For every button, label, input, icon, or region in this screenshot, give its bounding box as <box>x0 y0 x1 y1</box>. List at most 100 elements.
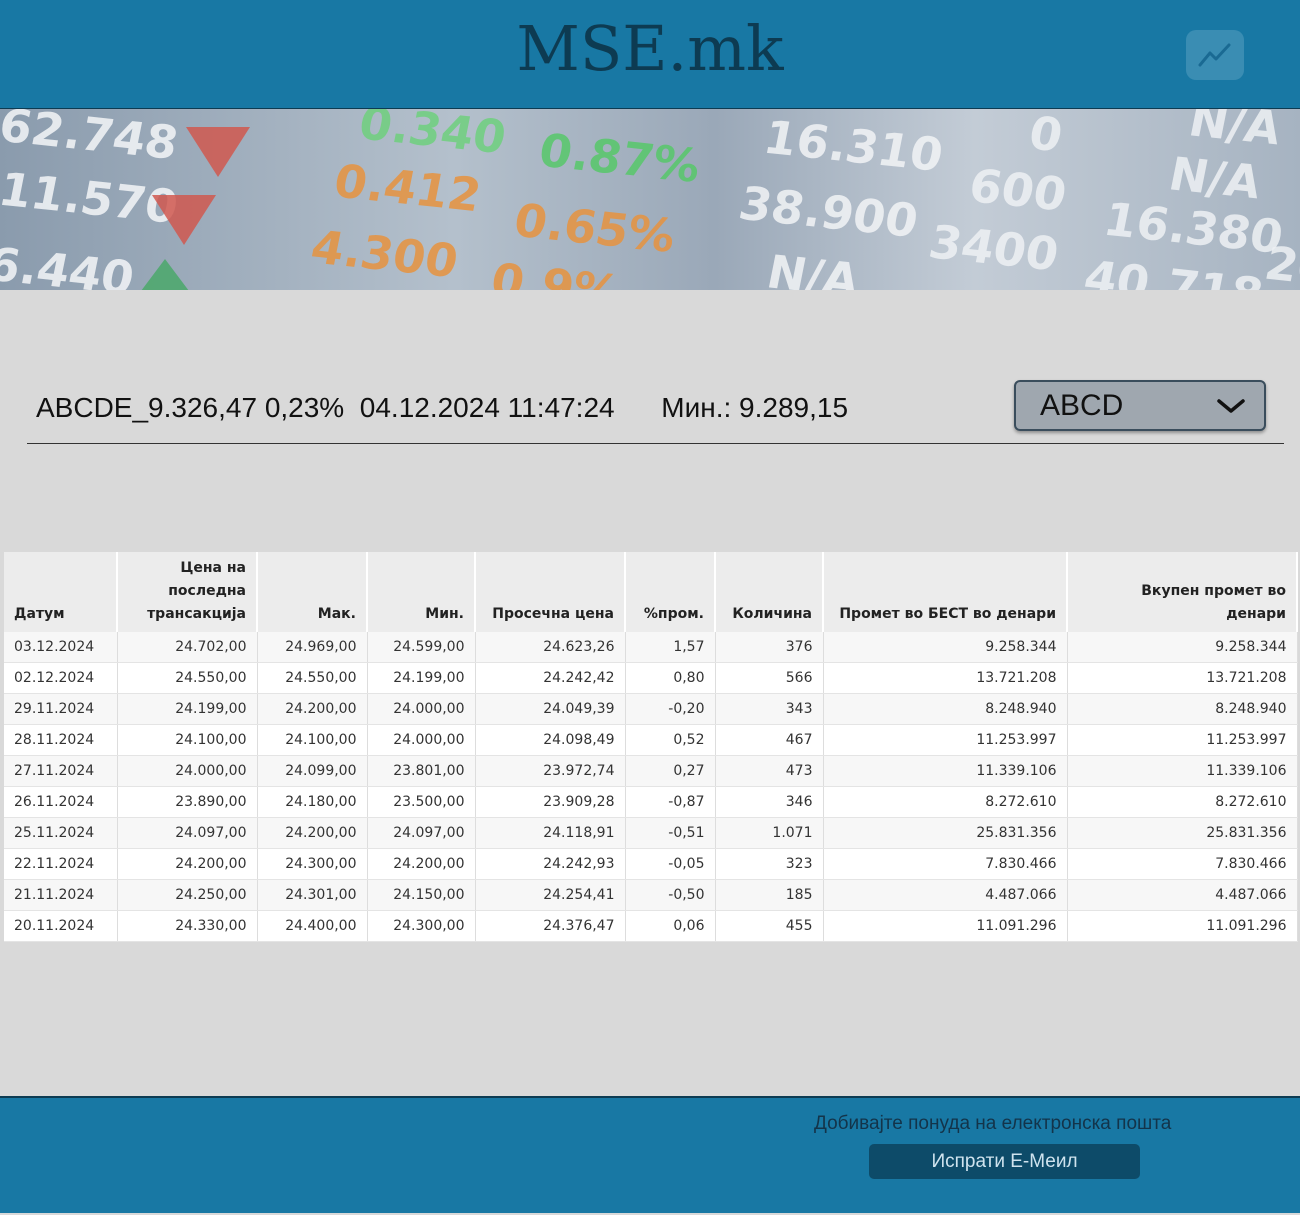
divider <box>27 443 1284 444</box>
col-header-best-turnover: Промет во БЕСТ во денари <box>823 552 1068 632</box>
banner-number: 11.570 <box>0 161 178 235</box>
col-header-last-price: Цена на последна трансакција <box>117 552 258 632</box>
cell-max: 24.400,00 <box>257 910 368 942</box>
banner-number: 38.900 <box>740 175 918 249</box>
cell-max: 24.099,00 <box>257 755 368 787</box>
banner-number: 62.748 <box>0 109 178 171</box>
cell-volume: 343 <box>715 693 824 725</box>
cell-best-turnover: 8.248.940 <box>823 693 1068 725</box>
cell-min: 24.000,00 <box>367 693 476 725</box>
cell-min: 23.801,00 <box>367 755 476 787</box>
table-row: 28.11.2024 24.100,00 24.100,00 24.000,00 24.… <box>4 724 1298 756</box>
down-arrow-icon <box>152 195 216 245</box>
cell-date: 26.11.2024 <box>4 786 118 818</box>
cell-volume: 185 <box>715 879 824 911</box>
stock-history-table: Датум Цена на последна трансакција Мак. … <box>4 552 1298 942</box>
banner-number: 3400 <box>930 214 1059 282</box>
cell-date: 21.11.2024 <box>4 879 118 911</box>
stock-banner-image: 62.748 0.340 0.87% 16.310 0 N/A 11.570 0… <box>0 109 1300 290</box>
cell-change: 0,52 <box>625 724 716 756</box>
cell-last-price: 24.702,00 <box>117 632 258 663</box>
site-logo[interactable]: MSE.mk <box>0 12 1300 85</box>
cell-total-turnover: 8.272.610 <box>1067 786 1298 818</box>
stock-symbol-select[interactable]: ABCD <box>1014 380 1266 431</box>
cell-avg-price: 24.623,26 <box>475 632 626 663</box>
cell-date: 27.11.2024 <box>4 755 118 787</box>
table-row: 03.12.2024 24.702,00 24.969,00 24.599,00 24.… <box>4 632 1298 663</box>
cell-total-turnover: 4.487.066 <box>1067 879 1298 911</box>
cell-best-turnover: 11.091.296 <box>823 910 1068 942</box>
banner-number: 0.340 <box>360 109 506 165</box>
col-header-min: Мин. <box>367 552 476 632</box>
cell-max: 24.969,00 <box>257 632 368 663</box>
cell-max: 24.300,00 <box>257 848 368 880</box>
cell-avg-price: 24.118,91 <box>475 817 626 849</box>
cell-max: 24.100,00 <box>257 724 368 756</box>
cell-last-price: 24.000,00 <box>117 755 258 787</box>
banner-number: 16.310 <box>765 109 943 183</box>
banner-number: 0.87% <box>540 122 700 194</box>
cell-min: 24.599,00 <box>367 632 476 663</box>
cell-volume: 1.071 <box>715 817 824 849</box>
cell-total-turnover: 25.831.356 <box>1067 817 1298 849</box>
banner-number: 6.440 <box>0 236 134 290</box>
cell-change: 0,27 <box>625 755 716 787</box>
cell-last-price: 24.200,00 <box>117 848 258 880</box>
cell-best-turnover: 7.830.466 <box>823 848 1068 880</box>
cell-min: 24.097,00 <box>367 817 476 849</box>
cell-best-turnover: 11.339.106 <box>823 755 1068 787</box>
down-arrow-icon <box>186 127 250 177</box>
cell-change: -0,87 <box>625 786 716 818</box>
chart-button[interactable] <box>1186 30 1244 80</box>
cell-avg-price: 24.376,47 <box>475 910 626 942</box>
cell-last-price: 24.250,00 <box>117 879 258 911</box>
cell-min: 24.300,00 <box>367 910 476 942</box>
send-email-button[interactable]: Испрати Е-Меил <box>869 1144 1140 1179</box>
cell-max: 24.301,00 <box>257 879 368 911</box>
cell-volume: 467 <box>715 724 824 756</box>
col-header-date: Датум <box>4 552 118 632</box>
chevron-down-icon <box>1217 399 1245 413</box>
cell-max: 24.200,00 <box>257 817 368 849</box>
cell-avg-price: 23.972,74 <box>475 755 626 787</box>
cell-best-turnover: 4.487.066 <box>823 879 1068 911</box>
cell-change: 0,06 <box>625 910 716 942</box>
cell-volume: 323 <box>715 848 824 880</box>
banner-number: 0.65% <box>515 192 675 264</box>
cell-max: 24.180,00 <box>257 786 368 818</box>
cell-change: -0,51 <box>625 817 716 849</box>
col-header-total-turnover: Вкупен промет во денари <box>1067 552 1298 632</box>
banner-number: 0.9% <box>492 252 620 290</box>
cell-last-price: 24.550,00 <box>117 662 258 694</box>
table-row: 22.11.2024 24.200,00 24.300,00 24.200,00 24.… <box>4 848 1298 880</box>
banner-number: 0 <box>1030 109 1063 163</box>
cell-volume: 566 <box>715 662 824 694</box>
table-row: 26.11.2024 23.890,00 24.180,00 23.500,00 23.… <box>4 786 1298 818</box>
cell-date: 25.11.2024 <box>4 817 118 849</box>
cell-total-turnover: 11.091.296 <box>1067 910 1298 942</box>
cell-last-price: 24.100,00 <box>117 724 258 756</box>
cell-date: 02.12.2024 <box>4 662 118 694</box>
col-header-change: %пром. <box>625 552 716 632</box>
cell-date: 03.12.2024 <box>4 632 118 663</box>
table-row: 29.11.2024 24.199,00 24.200,00 24.000,00 24.… <box>4 693 1298 725</box>
cell-total-turnover: 13.721.208 <box>1067 662 1298 694</box>
table-row: 02.12.2024 24.550,00 24.550,00 24.199,00 24.… <box>4 662 1298 694</box>
cell-avg-price: 24.098,49 <box>475 724 626 756</box>
cell-min: 24.200,00 <box>367 848 476 880</box>
cell-volume: 455 <box>715 910 824 942</box>
table-row: 20.11.2024 24.330,00 24.400,00 24.300,00 24.… <box>4 910 1298 942</box>
banner-number: N/A <box>768 244 859 290</box>
cell-last-price: 23.890,00 <box>117 786 258 818</box>
cell-avg-price: 24.049,39 <box>475 693 626 725</box>
cell-volume: 346 <box>715 786 824 818</box>
cell-avg-price: 24.242,93 <box>475 848 626 880</box>
up-arrow-icon <box>135 259 195 290</box>
table-header-row: Датум Цена на последна трансакција Мак. … <box>4 552 1298 632</box>
banner-number: 600 <box>970 157 1067 223</box>
cell-best-turnover: 11.253.997 <box>823 724 1068 756</box>
cell-best-turnover: 9.258.344 <box>823 632 1068 663</box>
cell-last-price: 24.097,00 <box>117 817 258 849</box>
col-header-avg-price: Просечна цена <box>475 552 626 632</box>
cell-min: 24.000,00 <box>367 724 476 756</box>
